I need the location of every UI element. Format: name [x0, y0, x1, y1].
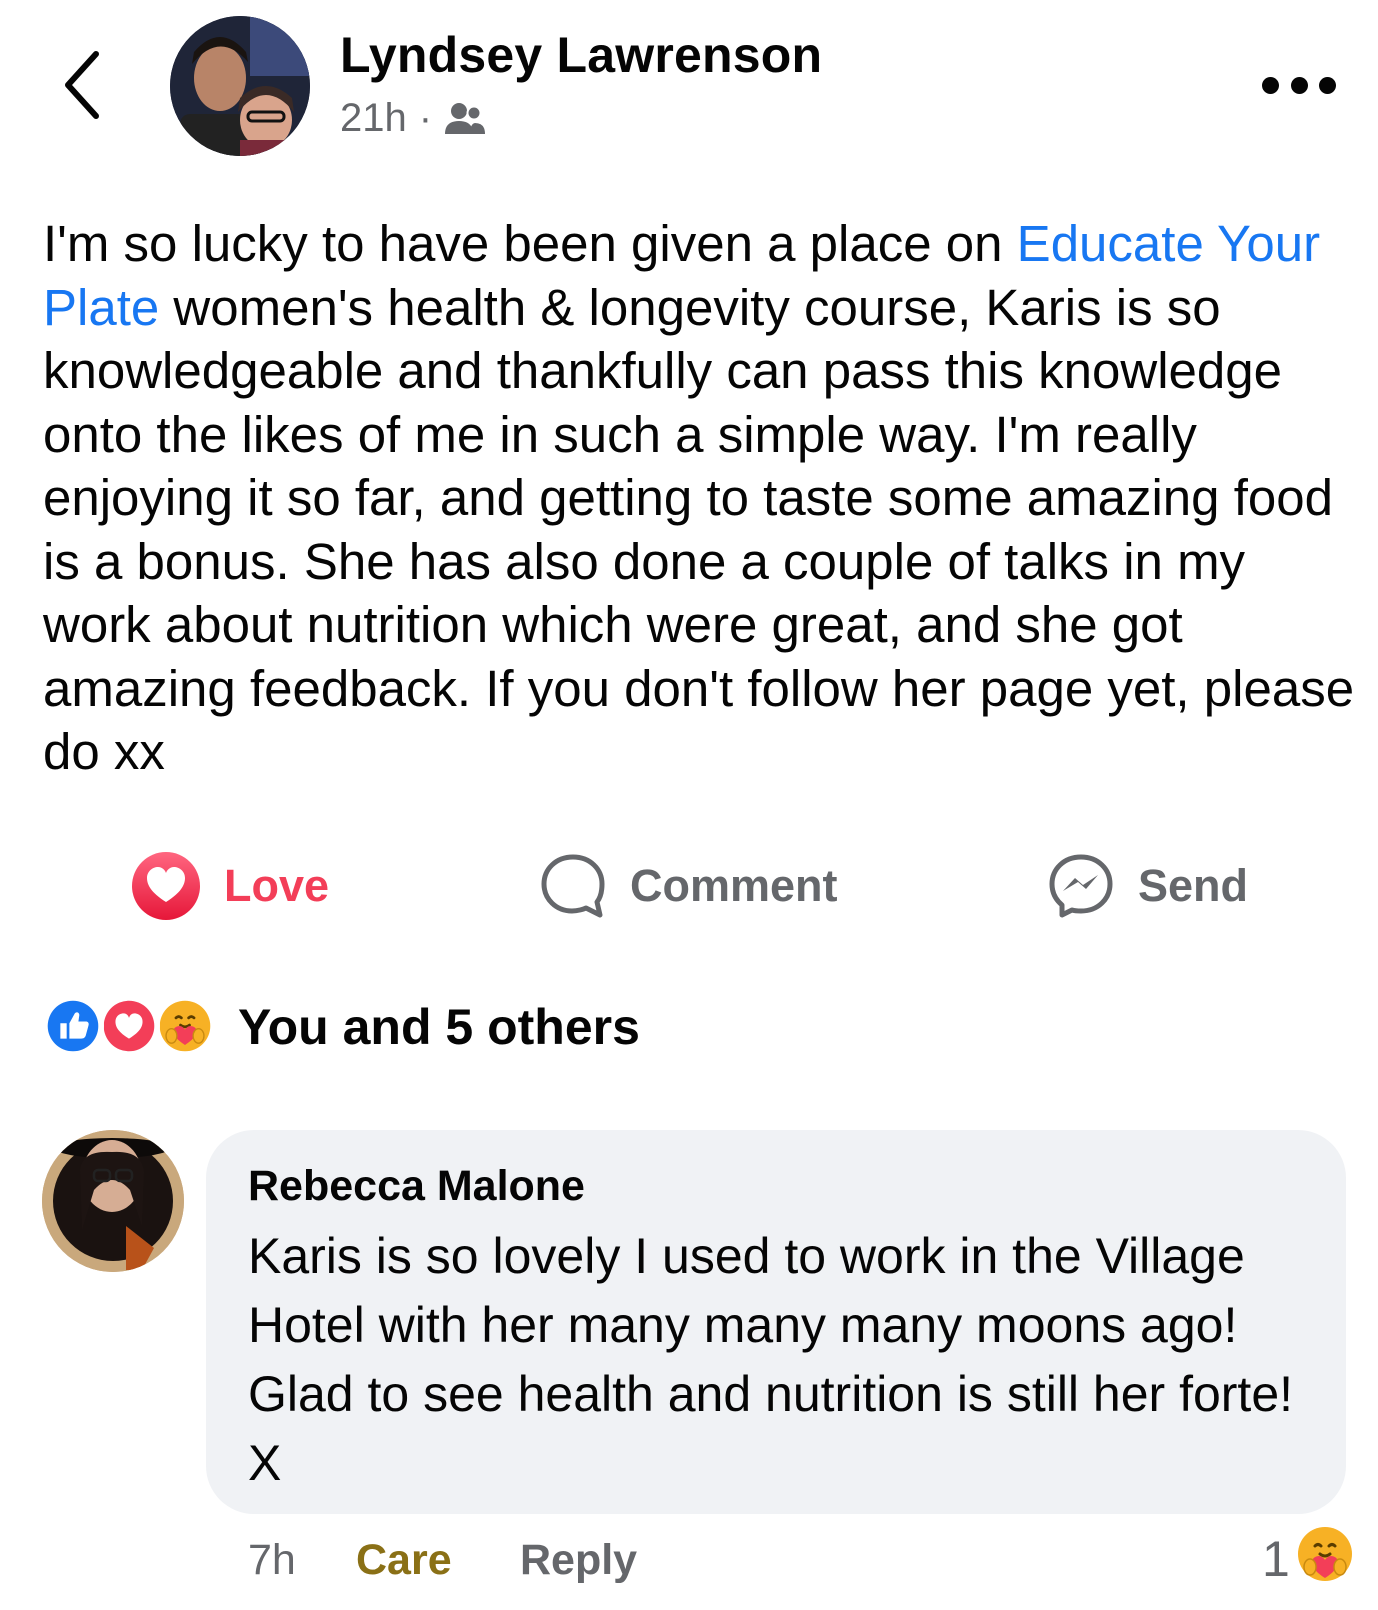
send-button[interactable]: Send — [1048, 850, 1248, 922]
post-text-before: I'm so lucky to have been given a place … — [43, 215, 1017, 272]
comment-button[interactable]: Comment — [540, 850, 838, 922]
post-text-after: women's health & longevity course, Karis… — [43, 278, 1355, 781]
more-dot-icon — [1319, 76, 1336, 94]
more-dot-icon — [1262, 76, 1279, 94]
post-author-name[interactable]: Lyndsey Lawrenson — [340, 26, 822, 84]
commenter-name[interactable]: Rebecca Malone — [248, 1162, 585, 1211]
care-icon — [154, 995, 216, 1057]
comment-reaction-count[interactable]: 1 — [1262, 1530, 1290, 1588]
comment-care-button[interactable]: Care — [356, 1536, 452, 1585]
comment-label: Comment — [630, 860, 838, 911]
love-label: Love — [224, 860, 330, 911]
love-button[interactable]: Love — [132, 850, 329, 922]
reactions-label: You and 5 others — [238, 999, 640, 1055]
post-body: I'm so lucky to have been given a place … — [43, 212, 1363, 784]
commenter-avatar[interactable] — [42, 1130, 184, 1272]
back-button[interactable] — [58, 48, 108, 122]
avatar-photo — [42, 1130, 184, 1272]
send-label: Send — [1138, 860, 1249, 911]
comment-icon — [540, 853, 606, 919]
love-icon — [98, 995, 160, 1057]
author-avatar[interactable] — [170, 16, 310, 156]
avatar-photo — [170, 16, 310, 156]
post-meta: 21h · — [340, 96, 486, 141]
more-options-button[interactable] — [1262, 70, 1336, 100]
more-dot-icon — [1290, 76, 1308, 94]
comment-time: 7h — [248, 1536, 296, 1584]
comment-text: Karis is so lovely I used to work in the… — [248, 1228, 1294, 1491]
care-icon[interactable] — [1294, 1524, 1356, 1586]
reactions-summary[interactable]: You and 5 others — [42, 995, 640, 1059]
chevron-left-icon — [65, 51, 99, 119]
comment-reply-button[interactable]: Reply — [520, 1536, 637, 1585]
meta-separator: · — [418, 96, 433, 140]
friends-icon — [445, 102, 486, 134]
like-icon — [42, 995, 104, 1057]
reaction-icons — [42, 995, 218, 1059]
love-reaction-icon — [132, 852, 200, 920]
messenger-icon — [1048, 853, 1114, 919]
post-time: 21h — [340, 96, 407, 140]
